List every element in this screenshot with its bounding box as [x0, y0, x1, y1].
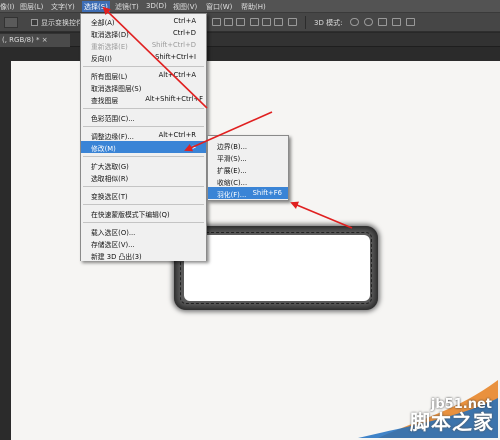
distribute-top-icon[interactable] [250, 18, 259, 26]
3d-scale-icon[interactable] [406, 18, 415, 26]
menu-item-label: 取消选择图层(S) [91, 85, 142, 93]
3d-slide-icon[interactable] [392, 18, 401, 26]
menu-type[interactable]: 文字(Y) [51, 2, 75, 12]
menu-item-label: 反向(I) [91, 55, 112, 63]
3d-pan-icon[interactable] [378, 18, 387, 26]
menu-item-label: 存储选区(V)... [91, 241, 135, 249]
menu-item-find-layers[interactable]: 查找图层 Alt+Shift+Ctrl+F [81, 93, 206, 105]
submenu-item-shortcut: Shift+F6 [252, 189, 282, 197]
menu-item-shortcut: Shift+Ctrl+D [151, 41, 196, 49]
menu-image[interactable]: 像(I) [0, 2, 15, 12]
submenu-arrow-icon: ▸ [192, 143, 196, 151]
menu-item-all-layers[interactable]: 所有图层(L) Alt+Ctrl+A [81, 69, 206, 81]
menu-item-deselect[interactable]: 取消选择(D) Ctrl+D [81, 27, 206, 39]
distribute-horizontal-icon[interactable] [288, 18, 297, 26]
menu-item-inverse[interactable]: 反向(I) Shift+Ctrl+I [81, 51, 206, 63]
menu-item-label: 所有图层(L) [91, 73, 128, 81]
select-menu: 全部(A) Ctrl+A 取消选择(D) Ctrl+D 重新选择(E) Shift+C… [80, 13, 207, 261]
menu-item-shortcut: Alt+Shift+Ctrl+F [145, 95, 203, 103]
options-bar: 显示变换控件 3D 模式: [0, 13, 500, 32]
menu-item-label: 在快速蒙版模式下编辑(Q) [91, 211, 170, 219]
menu-separator [83, 186, 204, 187]
watermark-brand: 脚本之家 [410, 410, 494, 434]
menu-item-label: 扩大选取(G) [91, 163, 129, 171]
menu-select[interactable]: 选择(S) [82, 1, 110, 12]
menu-help[interactable]: 帮助(H) [241, 2, 266, 12]
submenu-item-label: 羽化(F)... [217, 191, 247, 199]
submenu-item-border[interactable]: 边界(B)... [208, 139, 288, 151]
mode-3d-label: 3D 模式: [314, 19, 343, 27]
menu-item-refine-edge[interactable]: 调整边缘(F)... Alt+Ctrl+R [81, 129, 206, 141]
menu-item-transform-selection[interactable]: 变换选区(T) [81, 189, 206, 201]
menu-separator [83, 204, 204, 205]
menu-item-label: 调整边缘(F)... [91, 133, 134, 141]
submenu-item-expand[interactable]: 扩展(E)... [208, 163, 288, 175]
menu-item-shortcut: Shift+Ctrl+I [155, 53, 196, 61]
menu-item-label: 重新选择(E) [91, 43, 128, 51]
menu-filter[interactable]: 滤镜(T) [115, 2, 139, 12]
menu-item-grow[interactable]: 扩大选取(G) [81, 159, 206, 171]
menu-item-all[interactable]: 全部(A) Ctrl+A [81, 15, 206, 27]
3d-rotate-icon[interactable] [350, 18, 359, 26]
show-transform-checkbox[interactable] [31, 19, 38, 26]
menu-item-similar[interactable]: 选取相似(R) [81, 171, 206, 183]
menu-item-shortcut: Ctrl+A [173, 17, 196, 25]
tool-preset-icon[interactable] [4, 17, 18, 28]
distribute-middle-icon[interactable] [262, 18, 271, 26]
submenu-item-label: 扩展(E)... [217, 167, 247, 175]
submenu-item-feather[interactable]: 羽化(F)... Shift+F6 [208, 187, 288, 199]
menu-item-shortcut: Alt+Ctrl+A [158, 71, 196, 79]
align-top-icon[interactable] [212, 18, 221, 26]
menu-item-reselect: 重新选择(E) Shift+Ctrl+D [81, 39, 206, 51]
menu-separator [83, 156, 204, 157]
menu-item-label: 取消选择(D) [91, 31, 129, 39]
show-transform-label: 显示变换控件 [41, 19, 83, 27]
menu-layer[interactable]: 图层(L) [20, 2, 43, 12]
3d-roll-icon[interactable] [364, 18, 373, 26]
document-tab-bar: (, RGB/8) * × [0, 33, 500, 47]
menu-separator [83, 222, 204, 223]
menu-view[interactable]: 视图(V) [173, 2, 197, 12]
menu-item-label: 选取相似(R) [91, 175, 129, 183]
menu-item-label: 查找图层 [91, 97, 119, 105]
menu-item-label: 色彩范围(C)... [91, 115, 135, 123]
submenu-item-label: 收缩(C)... [217, 179, 248, 187]
submenu-item-label: 平滑(S)... [217, 155, 247, 163]
menu-item-shortcut: Alt+Ctrl+R [158, 131, 196, 139]
modify-submenu: 边界(B)... 平滑(S)... 扩展(E)... 收缩(C)... 羽化(F… [207, 135, 289, 201]
menu-item-new-3d-extrusion[interactable]: 新建 3D 凸出(3) [81, 249, 206, 261]
submenu-item-label: 边界(B)... [217, 143, 248, 151]
menu-bar: 像(I) 图层(L) 文字(Y) 选择(S) 滤镜(T) 3D(D) 视图(V)… [0, 0, 500, 13]
menu-3d[interactable]: 3D(D) [146, 2, 167, 10]
distribute-bottom-icon[interactable] [274, 18, 283, 26]
selection-marquee [180, 232, 372, 304]
menu-item-label: 载入选区(O)... [91, 229, 136, 237]
align-bottom-icon[interactable] [236, 18, 245, 26]
menu-item-label: 全部(A) [91, 19, 115, 27]
menu-item-deselect-layers[interactable]: 取消选择图层(S) [81, 81, 206, 93]
options-divider [305, 16, 306, 29]
menu-item-shortcut: Ctrl+D [172, 29, 196, 37]
menu-window[interactable]: 窗口(W) [206, 2, 232, 12]
menu-separator [83, 108, 204, 109]
menu-item-load-selection[interactable]: 载入选区(O)... [81, 225, 206, 237]
submenu-item-contract[interactable]: 收缩(C)... [208, 175, 288, 187]
menu-item-label: 修改(M) [91, 145, 116, 153]
menu-item-color-range[interactable]: 色彩范围(C)... [81, 111, 206, 123]
menu-separator [83, 126, 204, 127]
menu-item-quick-mask[interactable]: 在快速蒙版模式下编辑(Q) [81, 207, 206, 219]
menu-item-modify[interactable]: 修改(M) ▸ [81, 141, 206, 153]
menu-item-label: 变换选区(T) [91, 193, 128, 201]
document-tab[interactable]: (, RGB/8) * × [0, 34, 70, 47]
watermark: jb51.net 脚本之家 [358, 380, 498, 438]
submenu-item-smooth[interactable]: 平滑(S)... [208, 151, 288, 163]
menu-item-save-selection[interactable]: 存储选区(V)... [81, 237, 206, 249]
menu-separator [83, 66, 204, 67]
align-middle-icon[interactable] [224, 18, 233, 26]
menu-item-label: 新建 3D 凸出(3) [91, 253, 142, 261]
